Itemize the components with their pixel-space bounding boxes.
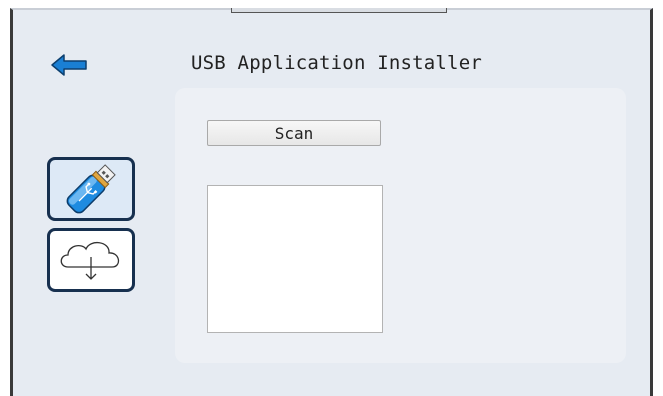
installer-window: USB Application Installer Scan xyxy=(10,8,653,396)
scan-button[interactable]: Scan xyxy=(207,120,381,146)
usb-source-button[interactable] xyxy=(47,157,135,221)
top-handle xyxy=(231,8,447,13)
back-arrow-icon xyxy=(51,54,87,76)
page-title: USB Application Installer xyxy=(191,52,482,74)
content-panel: Scan xyxy=(175,88,626,363)
cloud-download-icon xyxy=(60,242,120,280)
cloud-source-button[interactable] xyxy=(47,228,135,292)
application-list[interactable] xyxy=(207,185,383,333)
back-button[interactable] xyxy=(49,52,89,78)
usb-drive-icon xyxy=(66,164,116,214)
